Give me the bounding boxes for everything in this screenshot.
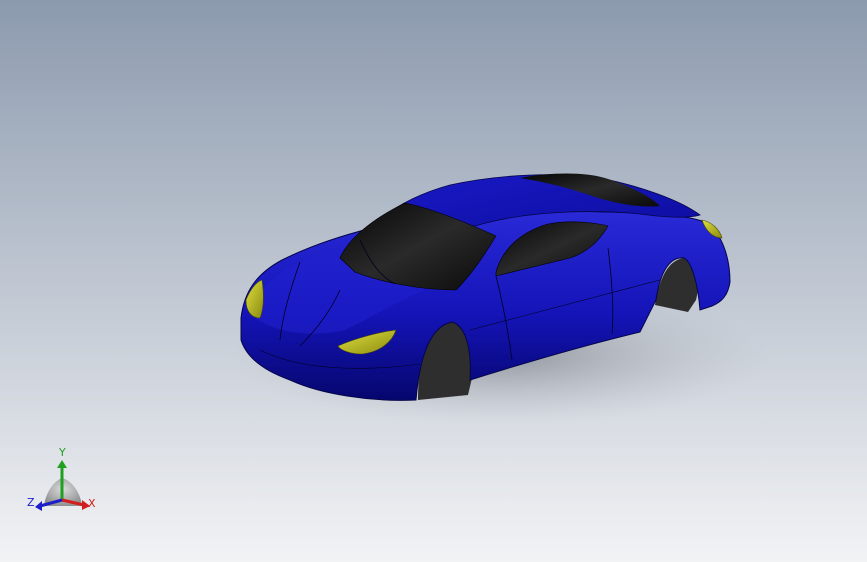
graphics-viewport[interactable]: Y X Z — [0, 0, 867, 562]
y-axis-label: Y — [58, 446, 66, 459]
x-axis-label: X — [88, 497, 96, 510]
z-axis-label: Z — [27, 496, 35, 509]
viewport-canvas[interactable]: Y X Z — [0, 0, 867, 562]
